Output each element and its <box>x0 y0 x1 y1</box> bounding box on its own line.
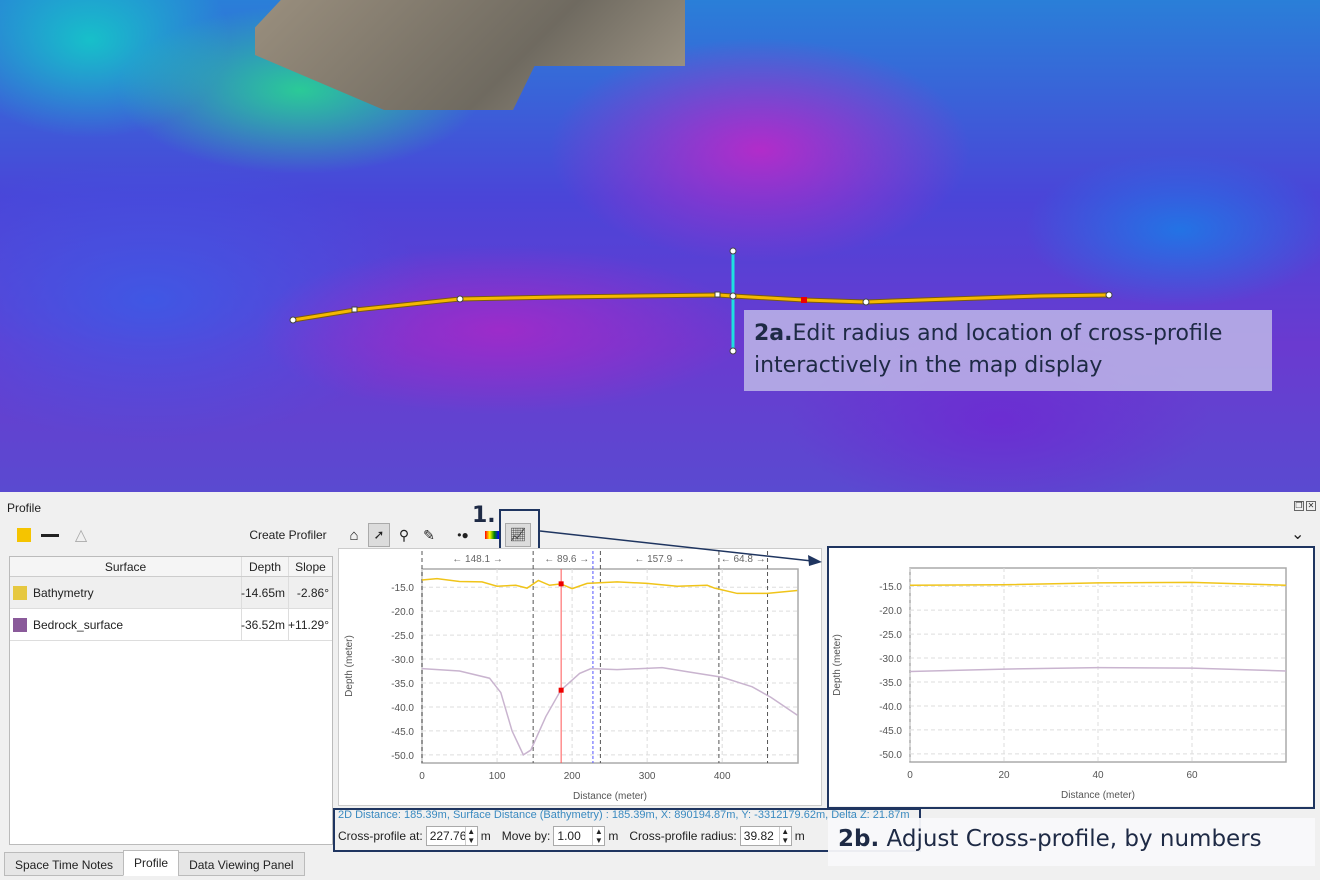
float-icon[interactable]: ❐ <box>1294 501 1304 511</box>
close-icon[interactable]: ✕ <box>1306 501 1316 511</box>
pointer-icon[interactable]: ➚ <box>368 523 390 547</box>
cross-handle[interactable] <box>729 347 737 355</box>
segment-label: ← 148.1 → <box>452 554 503 565</box>
tab-profile[interactable]: Profile <box>123 850 180 876</box>
y-tick-label: -40.0 <box>391 703 414 714</box>
segment-label: ← 89.6 → <box>544 554 589 565</box>
color-swatch <box>13 585 27 600</box>
surface-name: Bathymetry <box>33 585 94 600</box>
column-header[interactable]: Slope <box>289 557 332 576</box>
profile-chart[interactable]: -15.0 -20.0 -25.0 -30.0 -35.0 -40.0 -45.0 -50.0… <box>338 548 822 806</box>
vertex-handle[interactable] <box>714 291 721 298</box>
tab-space-time-notes[interactable]: Space Time Notes <box>4 852 125 876</box>
x-tick-label: 200 <box>564 771 581 782</box>
depth-value: -36.52m <box>241 609 289 640</box>
cross-handle[interactable] <box>729 292 737 300</box>
annotation-text: Edit radius and location of cross-profil… <box>754 321 1223 378</box>
tab-data-viewing-panel[interactable]: Data Viewing Panel <box>178 852 305 876</box>
column-header[interactable]: Depth <box>242 557 289 576</box>
x-tick-label: 0 <box>419 771 425 782</box>
annotation-number: 2b. <box>838 826 880 852</box>
step-label: 1. <box>472 503 496 528</box>
y-tick-label: -35.0 <box>391 679 414 690</box>
table-header: Surface Depth Slope <box>10 557 332 577</box>
vertex-handle[interactable] <box>351 306 358 313</box>
map-display[interactable]: 2a.Edit radius and location of cross-pro… <box>0 0 1320 492</box>
vertex-handle[interactable] <box>456 295 464 303</box>
cursor-point <box>558 687 564 693</box>
cursor-marker <box>801 297 807 303</box>
vertex-handle[interactable] <box>862 298 870 306</box>
panel-title: Profile <box>7 501 42 515</box>
cross-handle[interactable] <box>729 247 737 255</box>
plot-area <box>421 568 799 764</box>
color-swatch <box>13 617 27 632</box>
surface-name: Bedrock_surface <box>33 617 124 632</box>
chevron-down-icon[interactable]: ⌄ <box>1291 524 1304 544</box>
surface-table: Surface Depth Slope Bathymetry -14.65m -… <box>9 556 333 845</box>
ruler-icon[interactable]: ✎ <box>418 523 440 547</box>
annotation-number: 2a. <box>754 321 793 346</box>
line-style-icon[interactable] <box>38 523 62 547</box>
x-axis-label: Distance (meter) <box>573 791 647 802</box>
x-tick-label: 400 <box>714 771 731 782</box>
y-tick-label: -45.0 <box>391 727 414 738</box>
y-tick-label: -15.0 <box>391 583 414 594</box>
color-swatch-button[interactable] <box>15 523 33 547</box>
annotation-2b: 2b. Adjust Cross-profile, by numbers <box>828 818 1315 866</box>
y-tick-label: -25.0 <box>391 631 414 642</box>
annotation-text: Adjust Cross-profile, by numbers <box>886 826 1262 852</box>
annotation-2a: 2a.Edit radius and location of cross-pro… <box>744 310 1272 391</box>
cursor-point <box>558 581 564 587</box>
y-axis-label: Depth (meter) <box>344 635 355 697</box>
column-header[interactable]: Surface <box>10 557 242 576</box>
table-row[interactable]: Bedrock_surface -36.52m +11.29° <box>10 609 332 641</box>
slope-value: -2.86° <box>296 585 329 600</box>
x-tick-label: 300 <box>639 771 656 782</box>
y-tick-label: -30.0 <box>391 655 414 666</box>
create-profiler-button[interactable]: Create Profiler <box>245 523 331 547</box>
slope-value: +11.29° <box>288 617 329 632</box>
table-row[interactable]: Bathymetry -14.65m -2.86° <box>10 577 332 609</box>
x-tick-label: 100 <box>489 771 506 782</box>
y-tick-label: -20.0 <box>391 607 414 618</box>
segment-label: ← 64.8 → <box>721 554 766 565</box>
vertex-handle[interactable] <box>289 316 297 324</box>
highlight-box <box>827 546 1315 809</box>
vertex-handle[interactable] <box>1105 291 1113 299</box>
segment-label: ← 157.9 → <box>634 554 685 565</box>
y-tick-label: -50.0 <box>391 751 414 762</box>
bottom-tabs: Space Time Notes Profile Data Viewing Pa… <box>4 850 305 876</box>
highlight-box <box>499 509 540 551</box>
triangle-icon[interactable]: △ <box>70 523 92 547</box>
depth-value: -14.65m <box>241 577 289 608</box>
zoom-icon[interactable]: ⚲ <box>393 523 415 547</box>
home-icon[interactable]: ⌂ <box>343 523 365 547</box>
profile-overlay[interactable] <box>0 0 1320 492</box>
